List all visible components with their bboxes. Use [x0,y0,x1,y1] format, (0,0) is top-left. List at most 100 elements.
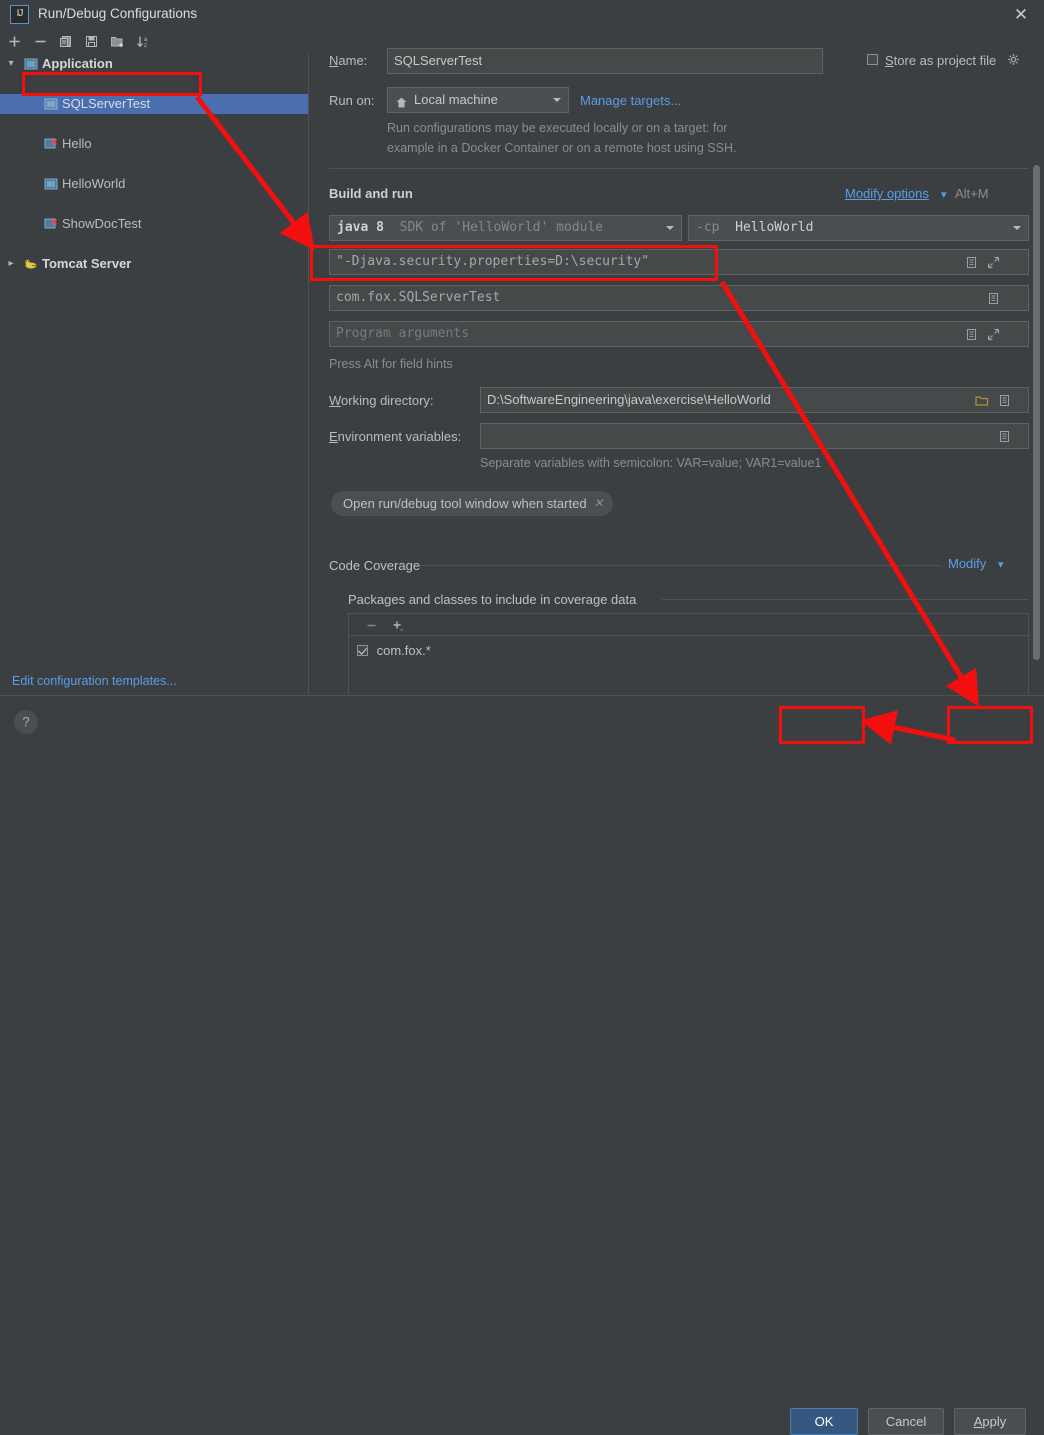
tree-item-label: SQLServerTest [62,96,151,111]
run-config-icon [44,97,58,111]
chip-label: Open run/debug tool window when started [343,496,587,511]
run-on-dropdown[interactable]: Local machine [387,87,569,113]
gear-icon[interactable] [1007,53,1021,70]
run-on-hint-line1: Run configurations may be executed local… [387,121,728,135]
environment-variables-label: Environment variables: [329,429,462,444]
chevron-down-icon [553,98,561,102]
tree-item-label: HelloWorld [62,176,126,191]
add-icon[interactable] [391,619,405,636]
expand-editor-icon[interactable] [998,394,1011,410]
dialog-button-bar: ? OK Cancel Apply [0,695,1044,1435]
chevron-down-icon [666,226,674,230]
close-icon[interactable]: ✕ [1010,4,1032,26]
save-icon[interactable] [83,33,100,50]
help-button[interactable]: ? [14,710,38,734]
ok-button[interactable]: OK [790,1408,858,1435]
apply-button-rest: pply [982,1414,1007,1429]
tree-item-label: ShowDocTest [62,216,142,231]
close-icon[interactable]: ✕ [593,491,603,516]
section-divider [329,168,1029,169]
expand-editor-icon[interactable] [965,256,978,272]
vm-options-input[interactable]: "-Djava.security.properties=D:\security" [329,249,1029,275]
chevron-down-icon[interactable]: ▾ [4,54,18,74]
run-debug-configurations-dialog: IJ Run/Debug Configurations ✕ a z ▾ Appl… [0,0,1044,1435]
name-label: Name: [329,53,368,68]
jre-description: SDK of 'HelloWorld' module [399,220,604,235]
logo-text: IJ [16,8,24,19]
field-hints-text: Press Alt for field hints [329,357,453,371]
coverage-item-label: com.fox.* [376,643,431,659]
modify-options-link[interactable]: Modify options [845,186,929,201]
store-as-project-file-label: Store as project file [885,53,997,68]
section-divider [420,565,941,566]
copy-icon[interactable] [57,33,74,50]
classpath-dropdown[interactable]: -cp HelloWorld [688,215,1029,241]
environment-variables-hint: Separate variables with semicolon: VAR=v… [480,456,822,470]
working-directory-input[interactable]: D:\SoftwareEngineering\java\exercise\Hel… [480,387,1029,413]
expand-editor-icon[interactable] [998,430,1011,446]
new-folder-icon[interactable] [109,33,126,50]
application-icon [24,57,38,71]
modify-options-shortcut: Alt+M [955,186,989,201]
svg-text:z: z [144,43,147,49]
jre-dropdown[interactable]: java 8 SDK of 'HelloWorld' module [329,215,682,241]
run-configurations-tree: ▾ Application SQLServerTest Hello HelloW… [0,54,309,694]
classpath-module: HelloWorld [735,220,814,235]
tree-item-sqlservertest[interactable]: SQLServerTest [0,94,308,114]
environment-variables-input[interactable] [480,423,1029,449]
name-input[interactable]: SQLServerTest [387,48,823,74]
tree-item-tomcat-server[interactable]: ▸ Tomcat Server [0,254,308,274]
sort-alphabetically-icon[interactable]: a z [135,33,152,50]
chevron-right-icon[interactable]: ▸ [4,254,18,274]
window-title: Run/Debug Configurations [38,6,198,21]
code-coverage-title: Code Coverage [329,558,421,573]
coverage-item-checkbox[interactable] [357,645,368,657]
coverage-list-item[interactable]: com.fox.* [357,642,431,658]
program-arguments-input[interactable]: Program arguments [329,321,1029,347]
coverage-packages-title: Packages and classes to include in cover… [348,592,637,607]
run-config-icon [44,177,58,191]
run-on-label: Run on: [329,93,375,108]
build-and-run-title: Build and run [329,186,413,201]
run-config-error-icon [44,217,58,231]
coverage-list-toolbar [349,614,1028,636]
tree-item-helloworld[interactable]: HelloWorld [0,174,308,194]
title-bar: IJ Run/Debug Configurations ✕ [0,0,1044,29]
expand-editor-icon[interactable] [965,328,978,344]
edit-configuration-templates-link[interactable]: Edit configuration templates... [12,674,177,688]
add-icon[interactable] [6,33,23,50]
remove-icon[interactable] [32,33,49,50]
manage-targets-link[interactable]: Manage targets... [580,93,681,108]
tree-item-label: Tomcat Server [42,256,132,271]
chevron-down-icon [1013,226,1021,230]
vertical-scrollbar[interactable] [1033,165,1040,660]
code-coverage-modify-link[interactable]: Modify [948,556,986,571]
maximize-icon[interactable] [987,328,1000,344]
tree-item-label: Application [42,56,113,71]
intellij-logo-icon: IJ [10,5,29,24]
chevron-down-icon[interactable]: ▾ [998,558,1004,571]
run-debug-tool-window-chip[interactable]: Open run/debug tool window when started … [331,491,613,516]
main-class-input[interactable]: com.fox.SQLServerTest [329,285,1029,311]
home-icon [395,93,408,112]
sidebar-toolbar: a z [0,29,309,54]
chevron-down-icon[interactable]: ▾ [941,188,947,201]
run-on-hint-line2: example in a Docker Container or on a re… [387,141,737,155]
tree-item-hello[interactable]: Hello [0,134,308,154]
coverage-list: com.fox.* [348,613,1029,694]
cancel-button[interactable]: Cancel [868,1408,944,1435]
working-directory-label: Working directory: [329,393,434,408]
run-on-value: Local machine [414,92,498,107]
expand-editor-icon[interactable] [987,292,1000,308]
apply-button[interactable]: Apply [954,1408,1026,1435]
maximize-icon[interactable] [987,256,1000,272]
browse-folder-icon[interactable] [975,394,989,410]
jre-version: java 8 [337,220,384,235]
classpath-prefix: -cp [696,220,720,235]
store-as-project-file-checkbox[interactable] [867,54,878,65]
tree-item-application[interactable]: ▾ Application [0,54,308,74]
configuration-editor-pane: Name: SQLServerTest Store as project fil… [310,29,1044,694]
tree-item-showdoctest[interactable]: ShowDocTest [0,214,308,234]
apply-button-mnemonic: A [973,1414,983,1429]
remove-icon[interactable] [365,619,378,635]
